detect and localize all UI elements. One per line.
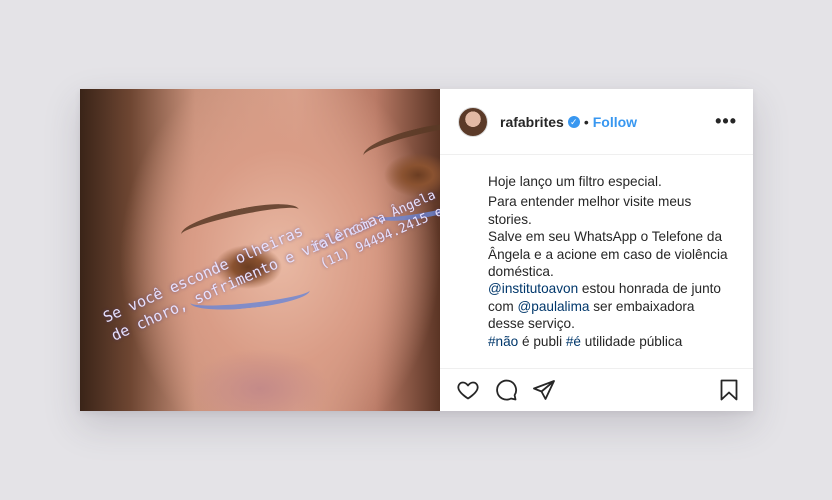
caption-line: Hoje lanço um filtro especial. (488, 174, 662, 189)
avatar[interactable] (458, 106, 488, 137)
bookmark-icon[interactable] (717, 378, 741, 402)
username-link[interactable]: rafabrites (500, 114, 564, 130)
caption-text: utilidade pública (581, 333, 683, 349)
photo-detail (360, 116, 440, 168)
caption-line: @institutoavon estou honrada de junto co… (488, 280, 733, 332)
caption-text: é publi (518, 333, 566, 349)
post-header: rafabrites ✓ • Follow ••• (440, 89, 753, 155)
verified-badge-icon: ✓ (567, 115, 580, 128)
caption-line: Salve em seu WhatsApp o Telefone da Ânge… (488, 229, 728, 280)
mention-link[interactable]: @paulalima (517, 299, 589, 314)
comment-icon[interactable] (494, 378, 518, 402)
mention-link[interactable]: @institutoavon (488, 281, 578, 296)
follow-button[interactable]: Follow (593, 114, 637, 130)
post-photo[interactable]: Se você esconde olheiras de choro, sofri… (80, 89, 440, 411)
hashtag-link[interactable]: #é (566, 334, 581, 349)
share-icon[interactable] (532, 378, 556, 402)
post-sidebar: rafabrites ✓ • Follow ••• Hoje lanço um … (440, 89, 753, 411)
heart-icon[interactable] (456, 378, 480, 402)
hashtag-link[interactable]: #não (488, 334, 518, 349)
caption-line: #não é publi #é utilidade pública (488, 333, 733, 350)
instagram-post-card: Se você esconde olheiras de choro, sofri… (80, 89, 753, 411)
post-actions (440, 368, 753, 411)
post-caption: Hoje lanço um filtro especial. Para ente… (440, 155, 753, 368)
more-options-icon[interactable]: ••• (715, 111, 737, 132)
caption-line: Para entender melhor visite meus stories… (488, 194, 692, 227)
separator-dot: • (583, 113, 589, 130)
